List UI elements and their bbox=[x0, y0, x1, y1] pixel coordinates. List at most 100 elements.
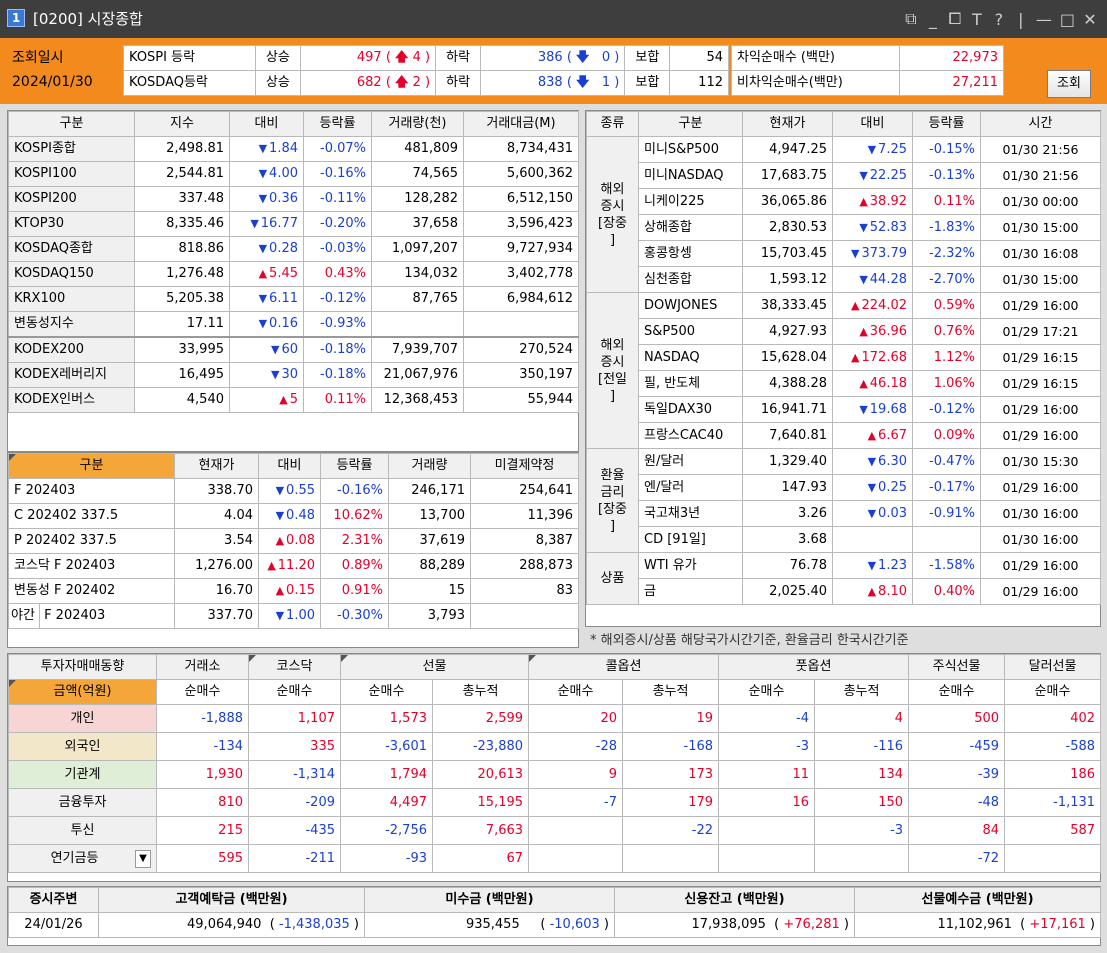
overseas-name[interactable]: NASDAQ bbox=[638, 344, 743, 371]
overseas-row[interactable]: 심천종합1,593.1244.28-2.70%01/30 15:00 bbox=[587, 266, 1101, 293]
maximize-icon[interactable]: □ bbox=[1060, 10, 1075, 29]
index-name[interactable]: KTOP30 bbox=[8, 211, 135, 237]
index-row[interactable]: KRX1005,205.386.11-0.12%87,7656,984,612 bbox=[8, 286, 579, 312]
investor-name[interactable]: 개인 bbox=[8, 704, 157, 733]
index-row[interactable]: KOSPI1002,544.814.00-0.16%74,5655,600,36… bbox=[8, 161, 579, 187]
overseas-row[interactable]: 필, 반도체4,388.2846.181.06%01/29 16:15 bbox=[587, 370, 1101, 397]
index-row[interactable]: KOSPI종합2,498.811.84-0.07%481,8098,734,43… bbox=[8, 136, 579, 162]
index-row[interactable]: KODEX20033,99560-0.18%7,939,707270,524 bbox=[8, 336, 579, 363]
overseas-name[interactable]: 원/달러 bbox=[638, 448, 743, 475]
overseas-name[interactable]: 니케이225 bbox=[638, 188, 743, 215]
futures-row[interactable]: 코스닥 F 2024031,276.0011.200.89%88,289288,… bbox=[8, 553, 579, 579]
help-icon[interactable]: ? bbox=[992, 10, 1006, 29]
overseas-name[interactable]: 상해종합 bbox=[638, 214, 743, 241]
overseas-row[interactable]: 국고채3년3.260.03-0.91%01/30 16:00 bbox=[587, 500, 1101, 527]
minimize-icon[interactable]: — bbox=[1036, 10, 1052, 29]
investor-row[interactable]: 금융투자 810 -209 4,497 15,195 -7 179 16 150 -48 -1,13… bbox=[8, 788, 1102, 817]
search-button[interactable]: 조회 bbox=[1047, 70, 1091, 98]
futures-row[interactable]: P 202402 337.53.540.082.31%37,6198,387 bbox=[8, 528, 579, 554]
index-name[interactable]: KOSDAQ150 bbox=[8, 261, 135, 287]
overseas-name[interactable]: S&P500 bbox=[638, 318, 743, 345]
investor-name[interactable]: 투신 bbox=[8, 816, 157, 845]
index-name[interactable]: KODEX레버리지 bbox=[8, 362, 135, 388]
screen-number-badge[interactable]: 1 bbox=[7, 9, 25, 27]
overseas-row[interactable]: CD [91일] 3.68 01/30 16:00 bbox=[587, 526, 1101, 553]
futures-name[interactable]: 야간 F 202403 bbox=[8, 603, 175, 629]
futures-row[interactable]: 변동성 F 20240216.700.150.91%1583 bbox=[8, 578, 579, 604]
overseas-row[interactable]: 홍콩항셍15,703.45373.79-2.32%01/30 16:08 bbox=[587, 240, 1101, 267]
index-name[interactable]: 변동성지수 bbox=[8, 311, 135, 338]
index-name[interactable]: KOSDAQ종합 bbox=[8, 236, 135, 262]
index-row[interactable]: KOSPI200337.480.36-0.11%128,2826,512,150 bbox=[8, 186, 579, 212]
overseas-name[interactable]: 미니NASDAQ bbox=[638, 162, 743, 189]
overseas-name[interactable]: 프랑스CAC40 bbox=[638, 422, 743, 449]
futures-name[interactable]: 코스닥 F 202403 bbox=[8, 553, 175, 579]
index-name[interactable]: KOSPI100 bbox=[8, 161, 135, 187]
investor-row[interactable]: 연기금등 ▼ 595 -211 -93 67 -72 bbox=[8, 844, 1102, 873]
index-row[interactable]: KOSDAQ종합818.860.28-0.03%1,097,2079,727,9… bbox=[8, 236, 579, 262]
overseas-name[interactable]: CD [91일] bbox=[638, 526, 743, 553]
futures-name[interactable]: 변동성 F 202402 bbox=[8, 578, 175, 604]
overseas-row[interactable]: NASDAQ15,628.04172.681.12%01/29 16:15 bbox=[587, 344, 1101, 371]
futures-name[interactable]: F 202403 bbox=[8, 478, 175, 504]
index-name[interactable]: KRX100 bbox=[8, 286, 135, 312]
index-row[interactable]: 변동성지수17.110.16-0.93% bbox=[8, 311, 579, 338]
overseas-row[interactable]: 금2,025.408.100.40%01/29 16:00 bbox=[587, 578, 1101, 605]
overseas-row[interactable]: 환율 금리 [장중 ]원/달러1,329.406.30-0.47%01/30 1… bbox=[586, 448, 1101, 553]
overseas-name[interactable]: 심천종합 bbox=[638, 266, 743, 293]
overseas-row[interactable]: 니케이22536,065.8638.920.11%01/30 00:00 bbox=[587, 188, 1101, 215]
overseas-row[interactable]: 상해종합2,830.5352.83-1.83%01/30 15:00 bbox=[587, 214, 1101, 241]
overseas-row[interactable]: 미니NASDAQ17,683.7522.25-0.13%01/30 21:56 bbox=[587, 162, 1101, 189]
index-row[interactable]: KODEX인버스4,54050.11%12,368,45355,944 bbox=[8, 387, 579, 413]
futures-name[interactable]: P 202402 337.5 bbox=[8, 528, 175, 554]
futures-name[interactable]: C 202402 337.5 bbox=[8, 503, 175, 529]
index-name[interactable]: KOSPI200 bbox=[8, 186, 135, 212]
overseas-name[interactable]: 금 bbox=[638, 578, 743, 605]
index-name[interactable]: KODEX인버스 bbox=[8, 387, 135, 413]
investor-row[interactable]: 기관계 1,930 -1,314 1,794 20,613 9 173 11 134 -39 186 bbox=[8, 760, 1102, 789]
overseas-name[interactable]: DOWJONES bbox=[638, 292, 743, 319]
restore-window-icon[interactable]: ⧉ bbox=[904, 9, 918, 29]
futures-row[interactable]: 야간 F 202403337.701.00-0.30%3,793 bbox=[8, 603, 579, 629]
font-size-icon[interactable]: T bbox=[970, 10, 984, 29]
futures-row[interactable]: C 202402 337.54.040.4810.62%13,70011,396 bbox=[8, 503, 579, 529]
overseas-name[interactable]: 필, 반도체 bbox=[638, 370, 743, 397]
footer-col-header: 선물예수금 (백만원) bbox=[854, 887, 1101, 913]
tile-window-icon[interactable]: ⧠ bbox=[948, 9, 962, 29]
overseas-name[interactable]: 국고채3년 bbox=[638, 500, 743, 527]
investor-row[interactable]: 개인 -1,888 1,107 1,573 2,599 20 19 -4 4 500 402 bbox=[8, 704, 1102, 733]
index-row[interactable]: KODEX레버리지16,49530-0.18%21,067,976350,197 bbox=[8, 362, 579, 388]
close-icon[interactable]: ✕ bbox=[1083, 10, 1097, 29]
advance-decline-row: KOSPI 등락 상승 497 ( 🡅 4 ) 하락 386 ( 🡇 0 ) 보합 54 bbox=[123, 45, 729, 71]
investor-name[interactable]: 외국인 bbox=[8, 732, 157, 761]
index-name[interactable]: KODEX200 bbox=[8, 336, 135, 363]
investor-name[interactable]: 금융투자 bbox=[8, 788, 157, 817]
investor-name[interactable]: 연기금등 ▼ bbox=[8, 844, 157, 873]
dropdown-arrow-icon[interactable]: ▼ bbox=[135, 849, 151, 868]
index-row[interactable]: KOSDAQ1501,276.485.450.43%134,0323,402,7… bbox=[8, 261, 579, 287]
overseas-name[interactable]: 엔/달러 bbox=[638, 474, 743, 501]
overseas-col-header: 종류 bbox=[586, 111, 639, 137]
overseas-name[interactable]: 홍콩항셍 bbox=[638, 240, 743, 267]
index-name[interactable]: KOSPI종합 bbox=[8, 136, 135, 162]
underscore-icon[interactable]: _ bbox=[926, 10, 940, 29]
overseas-row[interactable]: 독일DAX3016,941.7119.68-0.12%01/29 16:00 bbox=[587, 396, 1101, 423]
overseas-row[interactable]: S&P5004,927.9336.960.76%01/29 17:21 bbox=[587, 318, 1101, 345]
investor-name[interactable]: 기관계 bbox=[8, 760, 157, 789]
overseas-name[interactable]: WTI 유가 bbox=[638, 552, 743, 579]
overseas-row[interactable]: 상품WTI 유가76.781.23-1.58%01/29 16:00 bbox=[586, 552, 1101, 605]
index-row[interactable]: KTOP308,335.4616.77-0.20%37,6583,596,423 bbox=[8, 211, 579, 237]
overseas-row[interactable]: 해외 증시 [전일 ]DOWJONES38,333.45224.020.59%0… bbox=[586, 292, 1101, 449]
overseas-row[interactable]: 해외 증시 [장중 ]미니S&P5004,947.257.25-0.15%01/… bbox=[586, 136, 1101, 293]
investor-row[interactable]: 투신 215 -435 -2,756 7,663 -22 -3 84 587 bbox=[8, 816, 1102, 845]
overseas-row[interactable]: 엔/달러147.930.25-0.17%01/29 16:00 bbox=[587, 474, 1101, 501]
futures-row[interactable]: F 202403338.700.55-0.16%246,171254,641 bbox=[8, 478, 579, 504]
index-amount: 55,944 bbox=[463, 387, 579, 413]
investor-row[interactable]: 외국인 -134 335 -3,601 -23,880 -28 -168 -3 -116 -459… bbox=[8, 732, 1102, 761]
index-change: 60 bbox=[229, 336, 304, 363]
overseas-name[interactable]: 독일DAX30 bbox=[638, 396, 743, 423]
query-date-value[interactable]: 2024/01/30 bbox=[12, 74, 93, 90]
overseas-name[interactable]: 미니S&P500 bbox=[638, 136, 743, 163]
overseas-row[interactable]: 프랑스CAC407,640.816.670.09%01/29 16:00 bbox=[587, 422, 1101, 449]
amount-unit-selector[interactable]: 금액(억원) bbox=[8, 679, 157, 705]
